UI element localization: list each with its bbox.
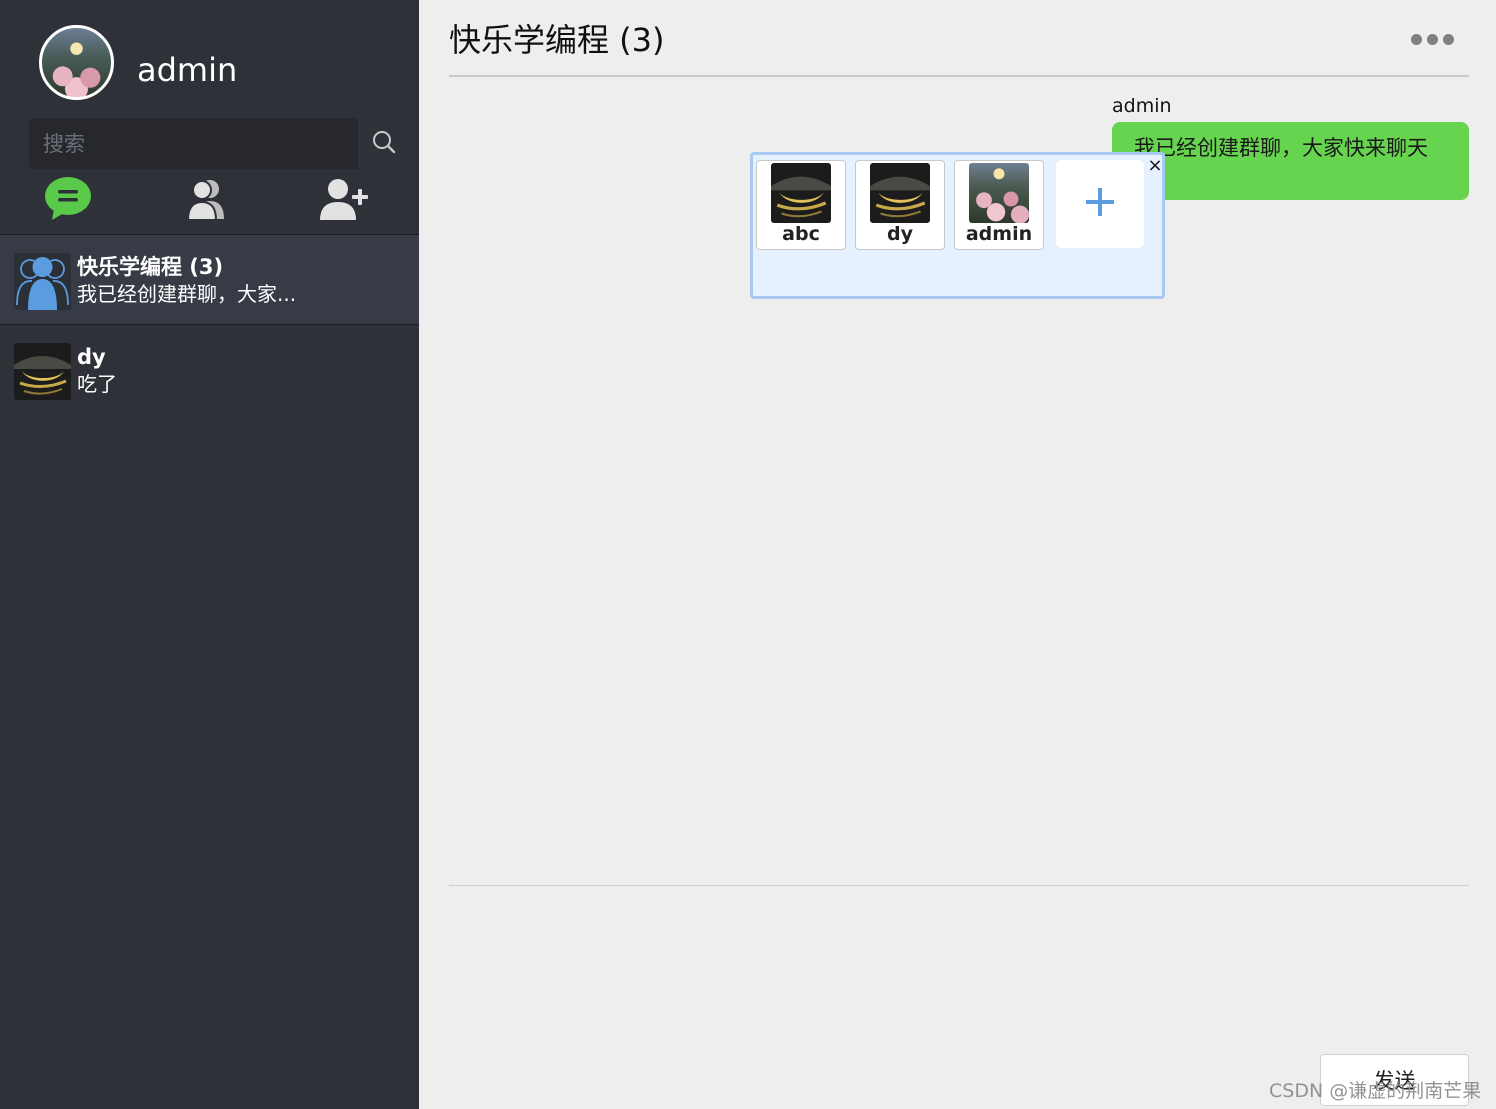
header-divider (449, 75, 1469, 77)
watermark: CSDN @谦虚的荆南芒果 (1269, 1080, 1482, 1102)
conversation-title: dy (77, 345, 106, 369)
conversation-preview: 吃了 (77, 372, 117, 396)
conversation-title: 快乐学编程 (3) (77, 255, 224, 279)
search-input[interactable] (29, 118, 329, 169)
moon-bridge-photo (771, 163, 831, 223)
conversation-list: 快乐学编程 (3) 我已经创建群聊，大家... dy 吃了 (0, 235, 419, 415)
plus-icon (1085, 187, 1115, 221)
search-box (29, 118, 409, 169)
search-button[interactable] (358, 118, 409, 169)
profile-avatar[interactable] (39, 25, 114, 100)
profile-name: admin (137, 51, 238, 89)
add-user-icon (320, 177, 370, 225)
group-icon (14, 253, 71, 310)
chat-title: 快乐学编程 (3) (449, 21, 665, 59)
member-name: admin (965, 223, 1033, 245)
nav-chats-button[interactable] (43, 176, 93, 226)
conversation-preview: 我已经创建群聊，大家... (77, 282, 297, 306)
moon-bridge-photo (14, 343, 71, 400)
close-icon[interactable]: × (1146, 157, 1164, 175)
search-icon (371, 129, 397, 159)
add-member-button[interactable] (1056, 160, 1144, 248)
more-dots-icon[interactable] (1407, 28, 1457, 50)
chat-bubble-icon (44, 176, 92, 226)
member-name: abc (782, 223, 820, 245)
nav-contacts-button[interactable] (181, 176, 231, 226)
member-card[interactable]: dy (855, 160, 945, 250)
member-card[interactable]: admin (954, 160, 1044, 250)
member-name: dy (887, 223, 913, 245)
chat-panel: 快乐学编程 (3) admin 我已经创建群聊，大家快来聊天 × abc dy … (419, 0, 1496, 1109)
flower-garden-photo (969, 163, 1029, 223)
member-card[interactable]: abc (756, 160, 846, 250)
message-sender: admin (1112, 95, 1172, 117)
group-members-popup: × abc dy admin (750, 152, 1165, 299)
sidebar: admin 搜索 快乐学编程 (3) 我已经创建群聊，大家... dy 吃了 (0, 0, 419, 1109)
nav-add-friend-button[interactable] (320, 176, 370, 226)
contacts-icon (184, 177, 228, 225)
conversation-item[interactable]: 快乐学编程 (3) 我已经创建群聊，大家... (0, 235, 419, 325)
nav-bar (0, 172, 419, 234)
message-bubble: 我已经创建群聊，大家快来聊天 (1112, 122, 1469, 200)
moon-bridge-photo (870, 163, 930, 223)
conversation-item[interactable]: dy 吃了 (0, 325, 419, 415)
input-divider (449, 885, 1469, 886)
